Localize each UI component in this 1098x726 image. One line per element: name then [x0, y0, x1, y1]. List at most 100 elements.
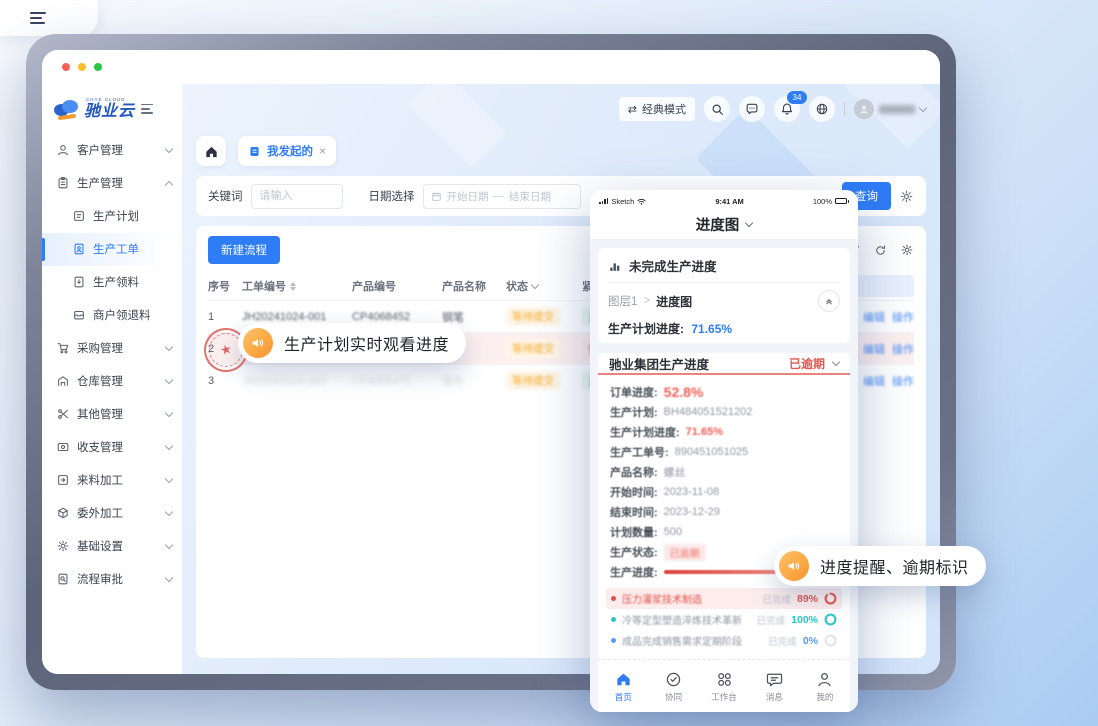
breadcrumb-parent[interactable]: 图层1 — [608, 293, 637, 309]
keyword-label: 关键词 — [208, 188, 243, 204]
progress-ring-icon — [824, 592, 837, 605]
classic-mode-button[interactable]: ⇄ 经典模式 — [619, 97, 695, 121]
sidebar-item-outsourcing[interactable]: 委外加工 — [42, 497, 182, 530]
user-menu[interactable] — [854, 99, 926, 119]
sidebar-item-customer[interactable]: 客户管理 — [42, 134, 182, 167]
close-window-dot[interactable] — [62, 63, 70, 71]
wifi-icon — [637, 198, 646, 205]
speaker-icon — [779, 551, 809, 581]
new-process-button[interactable]: 新建流程 — [208, 236, 280, 264]
language-button[interactable] — [809, 96, 835, 122]
search-icon — [711, 103, 724, 116]
nav-workbench[interactable]: 工作台 — [699, 670, 749, 703]
plan-doc-icon — [72, 209, 86, 223]
window-titlebar — [42, 50, 940, 84]
material-doc-icon — [72, 275, 86, 289]
notifications-button[interactable]: 34 — [774, 96, 800, 122]
sidebar-item-material-request[interactable]: 生产领料 — [42, 266, 182, 299]
date-range-input[interactable]: 开始日期 — 结束日期 — [423, 184, 581, 209]
sidebar-item-incoming-processing[interactable]: 来料加工 — [42, 464, 182, 497]
logo-title: 驰业云 — [84, 103, 135, 120]
status-badge: 等待提交 — [506, 339, 560, 358]
row-action-edit[interactable]: 编辑 — [863, 373, 885, 389]
sidebar-item-purchase[interactable]: 采购管理 — [42, 332, 182, 365]
signal-icon — [599, 198, 608, 204]
teal-dot-icon — [611, 617, 616, 622]
filter-settings-gear-icon[interactable] — [899, 189, 914, 204]
minimize-window-dot[interactable] — [78, 63, 86, 71]
sidebar-item-finance[interactable]: 收支管理 — [42, 431, 182, 464]
progress-ring-icon — [824, 634, 837, 647]
home-icon — [614, 670, 633, 689]
speaker-icon — [243, 328, 273, 358]
battery-percent: 100% — [813, 197, 832, 206]
phone-page-title[interactable]: 进度图 — [590, 209, 858, 240]
sidebar-item-merchant-return[interactable]: 商户领退料 — [42, 299, 182, 332]
app-logo: CHYE CLOUD 驰业云 — [42, 90, 182, 130]
user-icon — [858, 103, 870, 115]
nav-collaborate[interactable]: 协同 — [648, 670, 698, 703]
status-badge: 等待提交 — [506, 371, 560, 390]
approval-doc-icon — [56, 572, 70, 586]
work-order-icon — [72, 242, 86, 256]
warehouse-icon — [56, 374, 70, 388]
battery-icon — [835, 198, 849, 204]
search-button[interactable] — [704, 96, 730, 122]
sort-icon — [290, 282, 296, 291]
row-action-edit[interactable]: 编辑 — [863, 341, 885, 357]
milestone-item[interactable]: 冷等定型塑造淬炼技术革新 已完成 100% — [606, 609, 842, 630]
menu-icon — [30, 9, 46, 27]
tab-close-icon[interactable]: × — [319, 144, 326, 158]
avatar — [854, 99, 874, 119]
cube-icon — [56, 506, 70, 520]
sidebar-item-production[interactable]: 生产管理 — [42, 167, 182, 200]
sidebar-item-other[interactable]: 其他管理 — [42, 398, 182, 431]
row-action-more[interactable]: 操作 — [892, 341, 914, 357]
phone-bottom-nav: 首页 协同 工作台 消息 — [598, 659, 850, 712]
detail-card-header[interactable]: 驰业集团生产进度 已逾期 — [598, 353, 850, 373]
nav-home[interactable]: 首页 — [598, 670, 648, 703]
column-order-no[interactable]: 工单编号 — [242, 278, 352, 294]
messages-button[interactable] — [739, 96, 765, 122]
sidebar-collapse-icon[interactable] — [141, 101, 153, 116]
plan-progress-value: 71.65% — [691, 322, 732, 336]
sidebar-item-production-plan[interactable]: 生产计划 — [42, 200, 182, 233]
keyword-input[interactable] — [251, 184, 343, 209]
page-background: CHYE CLOUD 驰业云 客户管理 生产管理 — [0, 0, 1098, 726]
banknote-icon — [56, 440, 70, 454]
home-tab-button[interactable] — [196, 136, 226, 166]
double-chevron-up-icon — [824, 296, 834, 306]
customer-icon — [56, 143, 70, 157]
row-action-more[interactable]: 操作 — [892, 309, 914, 325]
status-badge: 等待提交 — [506, 307, 560, 326]
chevron-down-icon — [919, 103, 927, 111]
overview-card: 未完成生产进度 图层1 > 进度图 生产计划进度: 71.65% — [598, 248, 850, 343]
callout-watch-progress: 生产计划实时观看进度 — [238, 323, 466, 363]
message-icon — [765, 670, 784, 689]
row-action-more[interactable]: 操作 — [892, 373, 914, 389]
zoom-window-dot[interactable] — [94, 63, 102, 71]
top-navbar: ⇄ 经典模式 34 — [196, 94, 926, 124]
milestone-item[interactable]: 成品完成销售需求定期阶段 已完成 0% — [606, 630, 842, 651]
calendar-icon — [431, 191, 442, 202]
mobile-progress-panel: Sketch 9:41 AM 100% 进度图 未完成生产进度 图层1 > 进度 — [590, 190, 858, 712]
refresh-icon[interactable] — [874, 244, 887, 257]
row-action-edit[interactable]: 编辑 — [863, 309, 885, 325]
table-settings-gear-icon[interactable] — [900, 243, 914, 257]
nav-profile[interactable]: 我的 — [800, 670, 850, 703]
sidebar-item-work-order[interactable]: 生产工单 — [42, 233, 182, 266]
milestone-item[interactable]: 压力灌浆技术制造 已完成 89% — [606, 588, 842, 609]
sidebar-item-warehouse[interactable]: 仓库管理 — [42, 365, 182, 398]
nav-messages[interactable]: 消息 — [749, 670, 799, 703]
bar-chart-icon — [608, 259, 622, 273]
column-status[interactable]: 状态 — [506, 278, 582, 294]
scissors-icon — [56, 407, 70, 421]
sidebar-item-approval[interactable]: 流程审批 — [42, 563, 182, 596]
chat-icon — [745, 102, 759, 116]
collapse-button[interactable] — [818, 290, 840, 312]
tab-my-initiated[interactable]: 我发起的 × — [238, 136, 336, 166]
breadcrumb-current: 进度图 — [656, 293, 692, 310]
callout-overdue-alert: 进度提醒、逾期标识 — [774, 546, 986, 586]
production-status-badge: 已逾期 — [664, 544, 706, 561]
sidebar-item-settings[interactable]: 基础设置 — [42, 530, 182, 563]
